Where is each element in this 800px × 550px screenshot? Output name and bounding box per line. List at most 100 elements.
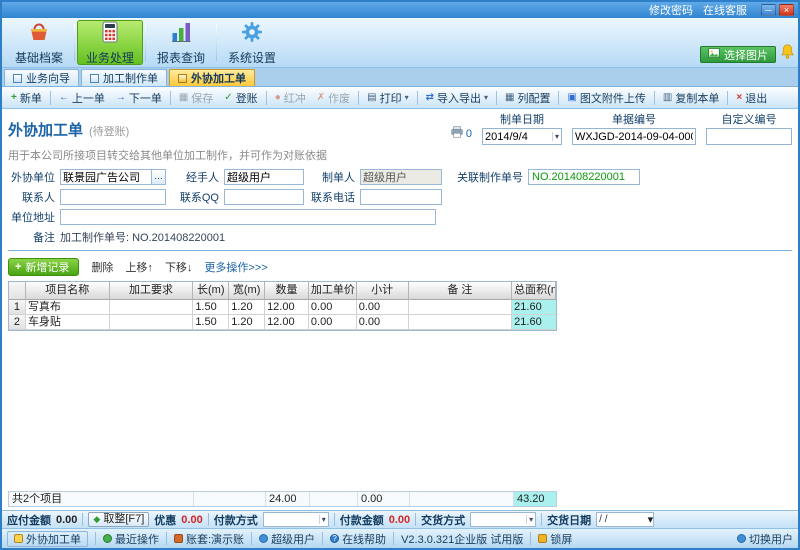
save-button[interactable]: ▦保存: [174, 89, 218, 107]
pay-method-select[interactable]: ▾: [263, 512, 329, 527]
exit-icon: ×: [736, 93, 742, 103]
grid-icon: ▦: [505, 93, 514, 103]
nav-report-query[interactable]: 报表查询: [148, 20, 214, 65]
exit-button[interactable]: ×退出: [731, 89, 772, 107]
cell-width[interactable]: 1.20: [229, 315, 265, 330]
table-row[interactable]: 2 车身贴 1.50 1.20 12.00 0.00 0.00 21.60: [9, 315, 556, 330]
bar-chart-icon: [169, 20, 193, 47]
move-up-button[interactable]: 上移↑: [125, 259, 153, 275]
cell-width[interactable]: 1.20: [229, 300, 265, 315]
tab-processing-order[interactable]: 加工制作单: [81, 69, 167, 86]
status-doc-item[interactable]: 外协加工单: [7, 531, 88, 547]
attachment-upload-button[interactable]: ▣图文附件上传: [562, 89, 650, 107]
form-row-3: 单位地址: [8, 208, 792, 225]
nav-label: 报表查询: [157, 49, 205, 66]
unit-input[interactable]: [60, 169, 151, 185]
header-width[interactable]: 宽(m): [229, 282, 265, 300]
select-image-button[interactable]: 选择图片: [700, 46, 776, 63]
nav-system-settings[interactable]: 系统设置: [219, 20, 285, 65]
post-account-button[interactable]: ✓登账: [219, 89, 262, 107]
add-record-button[interactable]: + 新增记录: [8, 258, 79, 276]
recent-operations[interactable]: 最近操作: [103, 531, 159, 547]
copy-order-button[interactable]: ▥复制本单: [658, 89, 724, 107]
online-help-label: 在线帮助: [342, 531, 386, 547]
table-row[interactable]: 1 写真布 1.50 1.20 12.00 0.00 0.00 21.60: [9, 300, 556, 315]
separator: [334, 513, 335, 526]
delete-row-button[interactable]: 删除: [91, 259, 113, 275]
void-button[interactable]: ✗作废: [312, 89, 355, 107]
footer-empty: [194, 492, 266, 506]
delivery-date-value: / /: [597, 514, 647, 525]
action-label: 列配置: [517, 90, 550, 106]
footer-subtotal-total: 0.00: [358, 492, 410, 506]
doc-number-input[interactable]: [573, 129, 695, 144]
header-quantity[interactable]: 数量: [265, 282, 309, 300]
header-note[interactable]: 备 注: [409, 282, 513, 300]
cell-note[interactable]: [409, 315, 513, 330]
delivery-date-field[interactable]: / / ▾: [596, 512, 654, 527]
online-help[interactable]: ? 在线帮助: [330, 531, 386, 547]
separator: [82, 513, 83, 526]
cell-item-name[interactable]: 车身贴: [26, 315, 110, 330]
cell-subtotal[interactable]: 0.00: [357, 315, 409, 330]
change-password-link[interactable]: 修改密码: [649, 2, 693, 18]
cell-quantity[interactable]: 12.00: [265, 300, 309, 315]
phone-input[interactable]: [360, 189, 442, 205]
header-length[interactable]: 长(m): [193, 282, 229, 300]
qq-input[interactable]: [224, 189, 304, 205]
tab-outsourcing-order[interactable]: 外协加工单: [169, 69, 255, 86]
header-requirement[interactable]: 加工要求: [110, 282, 194, 300]
cell-unit-price[interactable]: 0.00: [309, 315, 357, 330]
related-order-value[interactable]: NO.201408220001: [528, 169, 640, 185]
round-button[interactable]: ◆ 取整[F7]: [88, 512, 149, 527]
next-order-button[interactable]: →下一单: [111, 89, 167, 107]
nav-basic-archives[interactable]: 基础档案: [6, 20, 72, 65]
red-reverse-button[interactable]: ●红冲: [270, 89, 311, 107]
header-subtotal[interactable]: 小计: [357, 282, 409, 300]
cell-unit-price[interactable]: 0.00: [309, 300, 357, 315]
make-date-input[interactable]: [483, 129, 552, 144]
address-input[interactable]: [60, 209, 436, 225]
header-unit-price[interactable]: 加工单价: [309, 282, 357, 300]
new-order-button[interactable]: +新单: [6, 89, 47, 107]
current-user[interactable]: 超级用户: [259, 531, 315, 547]
move-down-button[interactable]: 下移↓: [165, 259, 193, 275]
header-total-area[interactable]: 总面积(m2): [512, 282, 556, 300]
online-service-link[interactable]: 在线客服: [703, 2, 747, 18]
custom-number-input[interactable]: [707, 129, 791, 144]
cell-subtotal[interactable]: 0.00: [357, 300, 409, 315]
spinner-icon[interactable]: ▾: [648, 513, 654, 526]
browse-more-button[interactable]: …: [151, 169, 166, 185]
cell-item-name[interactable]: 写真布: [26, 300, 110, 315]
close-button[interactable]: ×: [779, 4, 794, 16]
separator: [417, 91, 418, 105]
header-item-name[interactable]: 项目名称: [26, 282, 110, 300]
cell-quantity[interactable]: 12.00: [265, 315, 309, 330]
doc-status-badge: (待登账): [89, 123, 129, 139]
cell-length[interactable]: 1.50: [193, 315, 229, 330]
separator: [170, 91, 171, 105]
cell-length[interactable]: 1.50: [193, 300, 229, 315]
account-set[interactable]: 账套:演示账: [174, 531, 244, 547]
import-export-button[interactable]: ⇄导入导出▾: [421, 89, 493, 107]
delivery-method-select[interactable]: ▾: [470, 512, 536, 527]
bell-icon[interactable]: [779, 43, 796, 63]
print-count[interactable]: 0: [450, 125, 472, 142]
nav-business-processing[interactable]: 业务处理: [77, 20, 143, 65]
minimize-button[interactable]: ─: [761, 4, 776, 16]
lock-screen[interactable]: 锁屏: [538, 531, 572, 547]
cell-note[interactable]: [409, 300, 513, 315]
print-button[interactable]: ▤打印▾: [362, 89, 413, 107]
cell-requirement[interactable]: [110, 315, 194, 330]
prev-order-button[interactable]: ←上一单: [54, 89, 110, 107]
delivery-date-label: 交货日期: [547, 512, 591, 528]
more-operations-link[interactable]: 更多操作>>>: [204, 259, 267, 275]
column-config-button[interactable]: ▦列配置: [500, 89, 555, 107]
switch-user[interactable]: 切换用户: [737, 531, 793, 547]
handler-input[interactable]: [224, 169, 304, 185]
address-label: 单位地址: [8, 209, 60, 225]
cell-requirement[interactable]: [110, 300, 194, 315]
tab-business-wizard[interactable]: 业务向导: [4, 69, 79, 86]
contact-input[interactable]: [60, 189, 166, 205]
calendar-dropdown-icon[interactable]: ▾: [552, 132, 561, 141]
